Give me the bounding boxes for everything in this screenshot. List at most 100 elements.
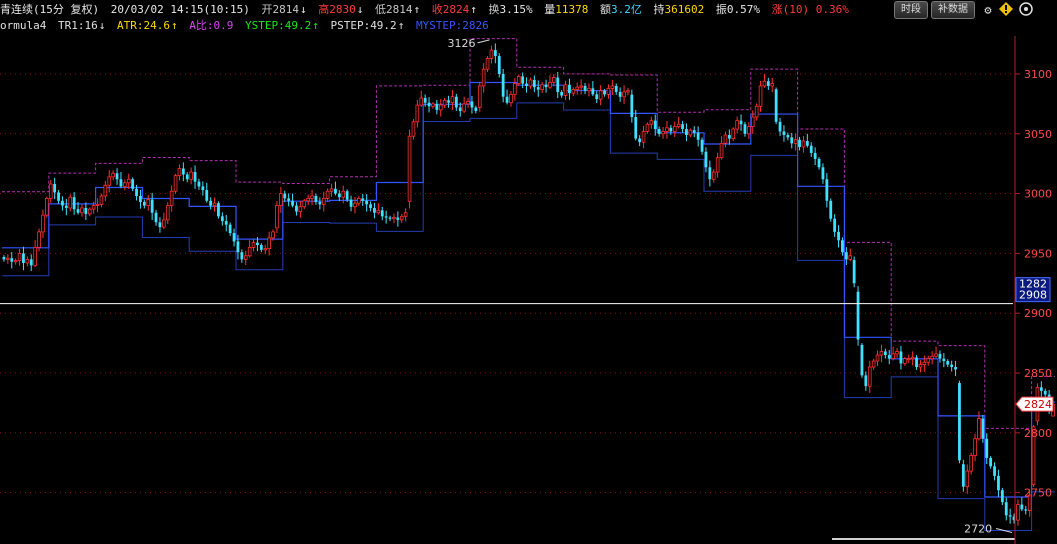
timeshare-button[interactable]: 时段 [894, 1, 928, 19]
axis-tick-label: 2850 [1024, 367, 1052, 380]
candle-body [189, 171, 193, 180]
candle-body [470, 101, 474, 108]
candle-body [864, 375, 868, 387]
candle-body [228, 224, 232, 234]
candle-body [84, 207, 88, 214]
high-stat: 高2830↓ [318, 3, 364, 16]
candle-body [708, 167, 712, 180]
candle-body [388, 217, 392, 219]
candle-body [240, 252, 244, 260]
candle-body [782, 131, 786, 135]
candle-body [973, 438, 977, 456]
candle-body [99, 195, 104, 205]
candle-body [965, 470, 970, 488]
volume-stat: 量11378 [544, 3, 589, 16]
candle-body [6, 257, 10, 260]
candle-body [392, 217, 396, 220]
candle-body [72, 197, 76, 210]
candle-body [750, 116, 755, 128]
candle-body [41, 214, 45, 233]
candle-body [630, 94, 634, 118]
candle-body [681, 124, 684, 130]
pstep-lower-band [2, 102, 1055, 531]
amplitude-stat: 振0.57% [715, 3, 760, 16]
candle-body [875, 354, 880, 362]
ystep-value: YSTEP:49.2↑ [244, 19, 319, 32]
candle-body [162, 219, 166, 228]
candlestick-chart[interactable]: 3126 2720 3100 3050 3000 2950 2900 2850 2800 275… [0, 0, 1057, 544]
candle-body [922, 361, 927, 366]
candle-body [142, 201, 146, 206]
candle-body [485, 58, 490, 70]
candle-body [521, 76, 525, 84]
candle-body [825, 179, 829, 201]
candle-body [895, 351, 899, 355]
candle-body [310, 195, 314, 199]
supplement-data-button[interactable]: 补数据 [931, 1, 975, 19]
candle-body [236, 241, 240, 253]
candle-body [954, 367, 957, 370]
candle-body [793, 139, 798, 144]
candle-body [614, 85, 618, 92]
indicator-header: ormula4 TR1:16↓ ATR:24.6↑ A比:0.9 YSTEP:4… [0, 18, 494, 34]
candle-body [251, 242, 256, 248]
candle-body [770, 83, 775, 87]
candle-body [903, 358, 907, 364]
candle-body [477, 85, 482, 108]
candle-body [685, 129, 688, 135]
candle-body [860, 344, 864, 376]
candle-body [837, 231, 840, 241]
candle-body [926, 358, 931, 363]
candle-body [603, 90, 606, 95]
candle-body [981, 418, 985, 439]
candle-body [232, 233, 236, 242]
candle-body [657, 129, 661, 134]
candle-body [150, 199, 154, 213]
candle-body [423, 97, 427, 103]
candle-body [946, 361, 950, 365]
candle-body [899, 351, 903, 364]
candle-body [431, 103, 435, 107]
axis-tick-label: 2750 [1024, 487, 1052, 500]
candle-body [349, 199, 353, 207]
candle-body [762, 80, 767, 87]
candle-body [731, 128, 736, 139]
price-axis[interactable]: 3100305030002950290028502800275012822908… [1015, 68, 1054, 500]
candle-body [821, 167, 825, 180]
candle-body [735, 120, 739, 130]
candle-body [696, 132, 700, 140]
candle-body [2, 256, 6, 260]
candle-body [915, 357, 918, 368]
candle-body [930, 355, 934, 360]
candle-body [774, 89, 778, 122]
candle-body [87, 208, 92, 215]
gear-icon[interactable]: ⚙ [980, 2, 996, 18]
candle-body [985, 438, 989, 458]
circle-icon[interactable] [1018, 2, 1034, 18]
quote-header: 青连续(15分 复权) 20/03/02 14:15(10:15) 开2814↓… [0, 2, 854, 18]
open-interest-stat: 持361602 [653, 3, 705, 16]
candle-body [139, 195, 142, 202]
candle-body [833, 218, 837, 232]
candle-body [891, 353, 895, 360]
candle-body [53, 184, 57, 193]
candle-body [661, 131, 665, 135]
indicator-name[interactable]: ormula4 [0, 19, 46, 32]
candle-body [318, 201, 322, 205]
candle-body [509, 93, 513, 104]
candle-body [622, 91, 626, 98]
candle-body [856, 291, 860, 340]
candle-body [158, 222, 162, 228]
candle-body [934, 353, 938, 357]
candle-body [626, 90, 630, 93]
candle-body [185, 174, 189, 180]
open-stat: 开2814↓ [261, 3, 307, 16]
change-stat: 涨(10) 0.36% [771, 3, 849, 16]
candle-body [427, 102, 431, 107]
candle-body [48, 183, 53, 199]
candle-body [341, 190, 346, 198]
axis-tick-label: 3100 [1024, 68, 1052, 81]
candle-body [369, 204, 372, 208]
warning-icon[interactable] [998, 2, 1014, 18]
candle-body [969, 455, 973, 472]
